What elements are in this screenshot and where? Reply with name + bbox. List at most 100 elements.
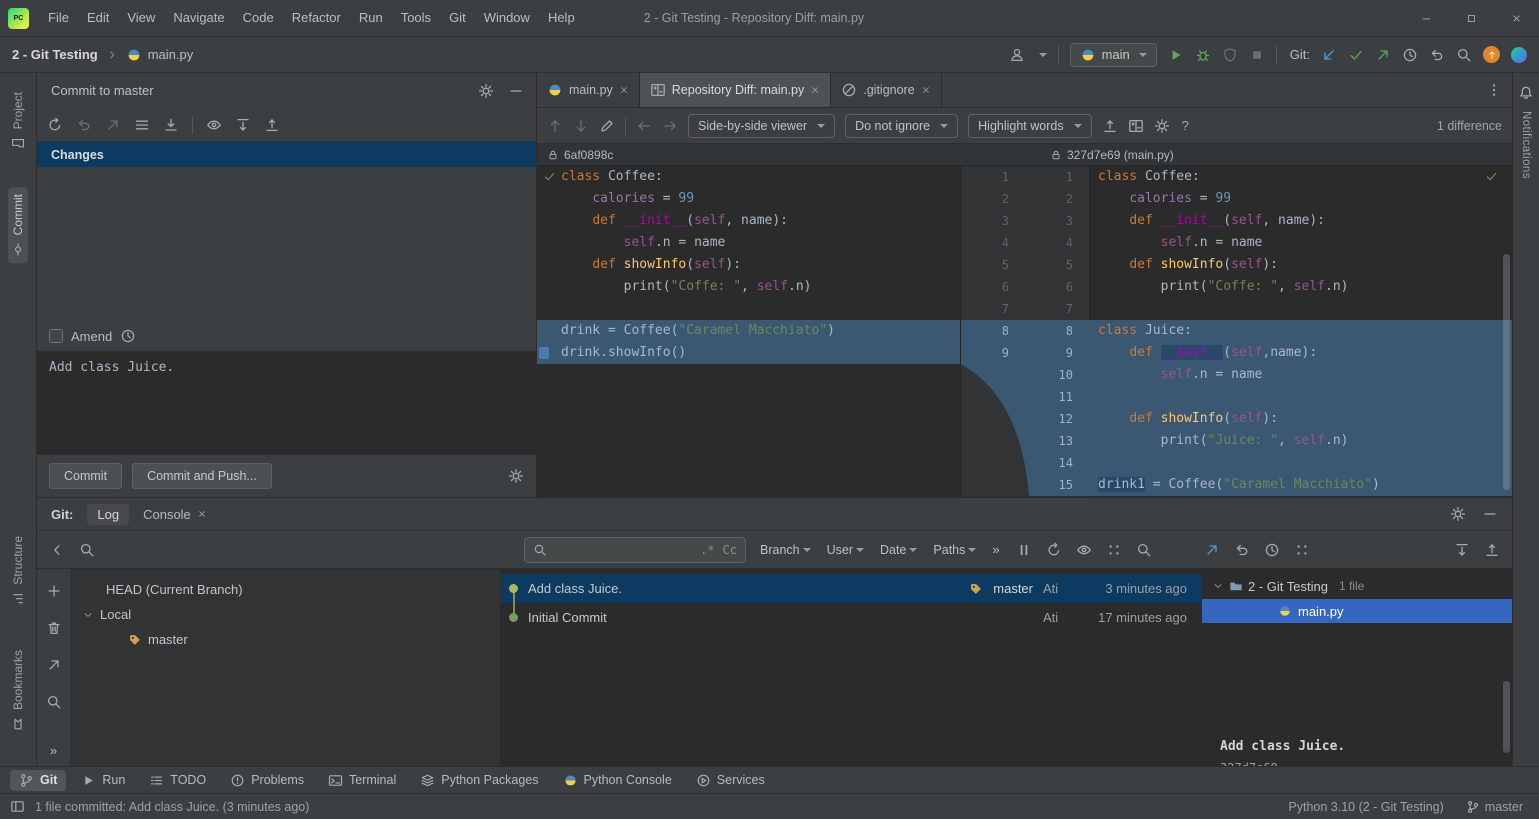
changes-node[interactable]: Changes [37,142,536,167]
tab-options-icon[interactable] [1486,82,1502,98]
search-everywhere-button[interactable] [1456,47,1472,63]
code-line[interactable]: def showInfo(self): [1090,408,1512,430]
chevron-down-icon[interactable] [82,609,94,621]
editor-scrollbar[interactable] [1503,254,1510,490]
commit-options-gear-icon[interactable] [508,468,524,484]
git-tab-log[interactable]: Log [87,504,129,525]
menu-edit[interactable]: Edit [78,0,118,36]
code-line[interactable]: def __init__(self, name): [1090,210,1512,232]
commit-and-push-button[interactable]: Commit and Push... [132,463,272,489]
close-tab-icon[interactable] [810,85,820,95]
chevron-down-icon[interactable] [1212,580,1224,592]
collapse-branches-icon[interactable] [49,542,65,558]
commit-message-history-icon[interactable] [120,328,136,344]
commit-message-editor[interactable]: Add class Juice. [37,351,536,455]
history-icon[interactable] [1264,542,1280,558]
rollback-changes-icon[interactable] [76,117,92,133]
diff-right-pane[interactable]: class Coffee: calories = 99 def __init__… [1090,166,1512,497]
menu-window[interactable]: Window [475,0,539,36]
expand-all-icon[interactable] [235,117,251,133]
collapse-unchanged-icon[interactable] [1102,118,1118,134]
match-case-toggle[interactable]: Cc [723,543,737,557]
layout-toggle-icon[interactable] [10,799,25,814]
commit-row[interactable]: Initial CommitAti17 minutes ago [501,603,1201,632]
editor-tab-repository-diff-main-py[interactable]: Repository Diff: main.py [640,73,831,107]
code-line[interactable]: self.n = name [1090,232,1512,254]
details-scrollbar[interactable] [1503,681,1510,753]
filter-paths[interactable]: Paths [933,543,976,557]
pause-icon[interactable] [1016,542,1032,558]
git-tab-console[interactable]: Console [133,504,217,525]
revert-icon[interactable] [1234,542,1250,558]
stop-button[interactable] [1249,47,1265,63]
refresh-log-icon[interactable] [1046,542,1062,558]
close-button[interactable] [1494,0,1539,36]
menu-code[interactable]: Code [234,0,283,36]
code-line[interactable]: def __init__(self,name): [1090,342,1512,364]
code-line[interactable]: class Coffee: [537,166,960,188]
more-actions-button[interactable]: » [48,743,59,758]
branch-search-icon[interactable] [79,542,95,558]
tool-window-python-console[interactable]: Python Console [554,770,681,791]
tool-window-terminal[interactable]: Terminal [319,770,405,791]
notifications-bell-icon[interactable] [1518,85,1534,101]
code-line[interactable]: drink = Coffee("Caramel Macchiato") [537,320,960,342]
branch-row-master[interactable]: master [70,627,500,652]
menu-run[interactable]: Run [350,0,392,36]
diff-settings-gear-icon[interactable] [1154,118,1170,134]
arrow-ne-icon[interactable] [46,657,62,673]
menu-git[interactable]: Git [440,0,475,36]
run-button[interactable] [1168,47,1184,63]
tool-window-python-packages[interactable]: Python Packages [411,770,547,791]
commit-row[interactable]: Add class Juice.masterAti3 minutes ago [501,574,1201,603]
hide-git-panel-icon[interactable] [1482,506,1498,522]
menu-refactor[interactable]: Refactor [283,0,350,36]
viewer-mode-dropdown[interactable]: Side-by-side viewer [688,114,835,138]
code-line[interactable]: print("Coffe: ", self.n) [537,276,960,298]
branch-row-head-current-branch[interactable]: HEAD (Current Branch) [70,577,500,602]
breadcrumb-project[interactable]: 2 - Git Testing [12,47,98,62]
details-file-row[interactable]: main.py [1202,599,1512,623]
back-icon[interactable] [636,118,652,134]
forward-icon[interactable] [662,118,678,134]
help-icon[interactable]: ? [1180,118,1191,133]
maximize-button[interactable] [1449,0,1494,36]
changes-tree[interactable] [37,167,536,321]
commit-button[interactable]: Commit [49,463,122,489]
code-line[interactable]: drink1 = Coffee("Caramel Macchiato") [1090,474,1512,496]
menu-view[interactable]: View [118,0,164,36]
tool-window-todo[interactable]: TODO [140,770,215,791]
code-line[interactable]: drink.showInfo() [537,342,960,364]
highlight-mode-dropdown[interactable]: Highlight words [968,114,1091,138]
menu-file[interactable]: File [39,0,78,36]
code-line[interactable]: class Coffee: [1090,166,1512,188]
next-difference-icon[interactable] [573,118,589,134]
preview-details-icon[interactable] [1076,542,1092,558]
details-root-row[interactable]: 2 - Git Testing 1 file [1202,573,1512,599]
more-filters-button[interactable]: » [990,542,1001,557]
collapse-all-icon[interactable] [264,117,280,133]
expand-all-icon[interactable] [1454,542,1470,558]
trash-icon[interactable] [46,620,62,636]
code-line[interactable]: self.n = name [537,232,960,254]
commit-toolbar-button[interactable] [1348,47,1364,63]
code-line[interactable] [1090,298,1512,320]
refresh-changes-icon[interactable] [47,117,63,133]
tool-stripe-bookmarks[interactable]: Bookmarks [8,643,28,738]
editor-tab-gitignore[interactable]: .gitignore [831,73,941,107]
synchronize-scrolling-icon[interactable] [1128,118,1144,134]
git-settings-gear-icon[interactable] [1450,506,1466,522]
branch-row-local[interactable]: Local [70,602,500,627]
search-icon[interactable] [46,694,62,710]
plus-icon[interactable] [46,583,62,599]
code-line[interactable]: self.n = name [1090,364,1512,386]
go-to-hash-icon[interactable] [1136,542,1152,558]
menu-help[interactable]: Help [539,0,584,36]
code-line[interactable]: def __init__(self, name): [537,210,960,232]
whitespace-dropdown[interactable]: Do not ignore [845,114,958,138]
rollback-button[interactable] [1429,47,1445,63]
push-button[interactable] [1375,47,1391,63]
code-with-me-icon[interactable] [1511,47,1527,63]
debug-button[interactable] [1195,47,1211,63]
filter-user[interactable]: User [827,543,864,557]
